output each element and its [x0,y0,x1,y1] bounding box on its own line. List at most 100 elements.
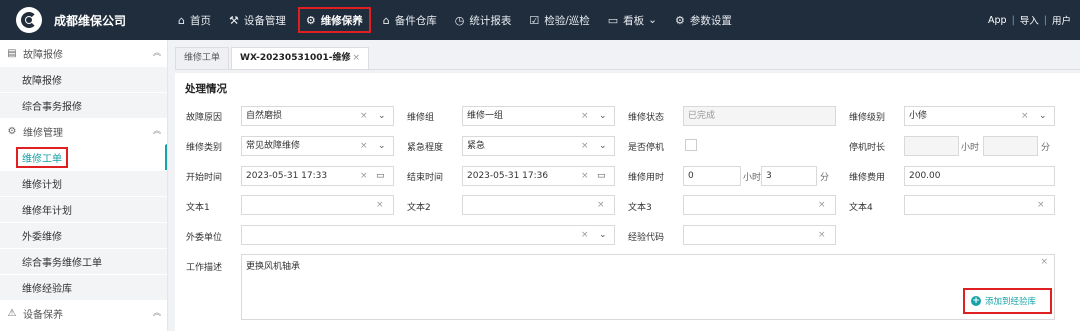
nav-label: 首页 [189,14,211,27]
report-icon: ▤ [7,47,17,59]
text4-input[interactable]: × [904,195,1055,215]
nav-device-management[interactable]: ⚒ 设备管理 [223,7,292,33]
outsource-select[interactable]: × ⌄ [241,225,615,245]
close-icon[interactable]: × [353,53,361,63]
board-icon: ▭ [607,13,619,27]
select-value: 维修一组 [467,111,504,121]
user-link[interactable]: 用户 [1047,13,1076,27]
repair-group-select[interactable]: 维修一组 × ⌄ [462,106,615,126]
clear-icon[interactable]: × [1040,257,1048,267]
repair-minutes-input[interactable]: 3 [761,166,817,186]
clear-icon[interactable]: × [818,226,826,244]
top-right-links: App | 导入 | 用户 [983,0,1076,40]
sidebar-item-annual-plan[interactable]: 维修年计划 [0,196,167,222]
select-value: 常见故障维修 [246,141,301,151]
clear-icon[interactable]: × [581,226,589,244]
repair-type-select[interactable]: 常见故障维修 × ⌄ [241,136,394,156]
sidebar-item-general-order[interactable]: 综合事务维修工单 [0,248,167,274]
chevron-down-icon: ⌄ [599,230,607,240]
sidebar-item-label: 外委维修 [22,232,62,243]
chevron-down-icon: ⌄ [648,14,657,26]
nav-maintenance[interactable]: ⚙ 维修保养 [297,7,371,33]
sidebar-group-maintenance[interactable]: ⚙ 维修管理 ︽ [0,118,167,144]
plus-circle-icon: + [971,296,981,306]
repair-level-select[interactable]: 小修 × ⌄ [904,106,1055,126]
clear-icon[interactable]: × [581,167,589,185]
collapse-icon[interactable]: ︽ [153,125,161,136]
nav-inspection[interactable]: ☑ 检验/巡检 [523,7,595,33]
textarea-value: 更换风机轴承 [246,262,301,272]
nav-board[interactable]: ▭ 看板 ⌄ [602,7,663,33]
clear-icon[interactable]: × [818,196,826,214]
repair-cost-input[interactable]: 200.00 [904,166,1055,186]
nav-label: 备件仓库 [394,14,437,27]
work-desc-textarea[interactable]: 更换风机轴承 × [241,254,1055,320]
sidebar-item-experience[interactable]: 维修经验库 [0,274,167,300]
collapse-icon[interactable]: ︽ [153,307,161,318]
upkeep-icon: ⚠ [7,307,17,319]
nav-settings[interactable]: ⚙ 参数设置 [669,7,738,33]
shutdown-checkbox[interactable] [685,139,697,151]
app-link[interactable]: App [983,15,1012,26]
tab-work-order-detail[interactable]: WX-20230531001-维修 × [231,47,370,69]
import-link[interactable]: 导入 [1015,13,1044,27]
calendar-icon[interactable]: ▭ [597,167,606,185]
outsource-label: 外委单位 [186,233,223,243]
text1-input[interactable]: × [241,195,394,215]
text3-input[interactable]: × [683,195,836,215]
sidebar-item-work-order[interactable]: 维修工单 [0,144,167,170]
clear-icon[interactable]: × [360,137,368,155]
clear-icon[interactable]: × [360,107,368,125]
tab-work-orders[interactable]: 维修工单 [175,47,230,69]
calendar-icon[interactable]: ▭ [376,167,385,185]
sidebar-item-plan[interactable]: 维修计划 [0,170,167,196]
shutdown-duration-label: 停机时长 [849,143,886,153]
sidebar-item-fault-report[interactable]: 故障报修 [0,66,167,92]
nav-spare-parts[interactable]: ⌂ 备件仓库 [377,7,443,33]
button-label: 添加到经验库 [985,297,1037,307]
sidebar-item-label: 维修计划 [22,180,62,191]
end-time-picker[interactable]: 2023-05-31 17:36 × ▭ [462,166,615,186]
clear-icon[interactable]: × [581,107,589,125]
sidebar-group-upkeep[interactable]: ⚠ 设备保养 ︽ [0,300,167,326]
clear-icon[interactable]: × [360,167,368,185]
home-icon: ⌂ [178,13,185,27]
add-to-experience-button[interactable]: + 添加到经验库 [963,288,1052,314]
sidebar-item-outsource[interactable]: 外委维修 [0,222,167,248]
repair-status-label: 维修状态 [628,113,665,123]
clear-icon[interactable]: × [1037,196,1045,214]
logo[interactable]: 成都维保公司 [0,7,172,33]
datetime-value: 2023-05-31 17:33 [246,171,328,181]
exp-code-input[interactable]: × [683,225,836,245]
clear-icon[interactable]: × [376,196,384,214]
clear-icon[interactable]: × [1021,107,1029,125]
maintenance-icon: ⚙ [305,13,316,27]
collapse-icon[interactable]: ︽ [153,47,161,58]
sidebar-group-fault-report[interactable]: ▤ 故障报修 ︽ [0,40,167,66]
sidebar-item-label: 故障报修 [22,76,62,87]
urgency-select[interactable]: 紧急 × ⌄ [462,136,615,156]
company-name: 成都维保公司 [54,13,127,28]
clear-icon[interactable]: × [597,196,605,214]
nav-home[interactable]: ⌂ 首页 [172,7,217,33]
text2-input[interactable]: × [462,195,615,215]
repair-type-label: 维修类别 [186,143,223,153]
repair-hours-input[interactable]: 0 [683,166,741,186]
fault-reason-select[interactable]: 自然磨损 × ⌄ [241,106,394,126]
text4-label: 文本4 [849,203,873,213]
minutes-unit: 分 [1041,143,1051,153]
panel-title: 处理情况 [185,83,227,95]
repair-group-label: 维修组 [407,113,435,123]
nav-label: 看板 [623,14,645,27]
sidebar-group-label: 设备保养 [23,309,63,321]
nav-label: 维修保养 [320,14,363,27]
nav-reports[interactable]: ◷ 统计报表 [449,7,518,33]
start-time-label: 开始时间 [186,173,223,183]
start-time-picker[interactable]: 2023-05-31 17:33 × ▭ [241,166,394,186]
sidebar-item-label: 维修经验库 [22,284,72,295]
clear-icon[interactable]: × [581,137,589,155]
nav-label: 参数设置 [689,14,732,27]
minutes-unit: 分 [820,173,830,183]
sidebar-item-general-report[interactable]: 综合事务报修 [0,92,167,118]
inspection-icon: ☑ [529,13,540,27]
